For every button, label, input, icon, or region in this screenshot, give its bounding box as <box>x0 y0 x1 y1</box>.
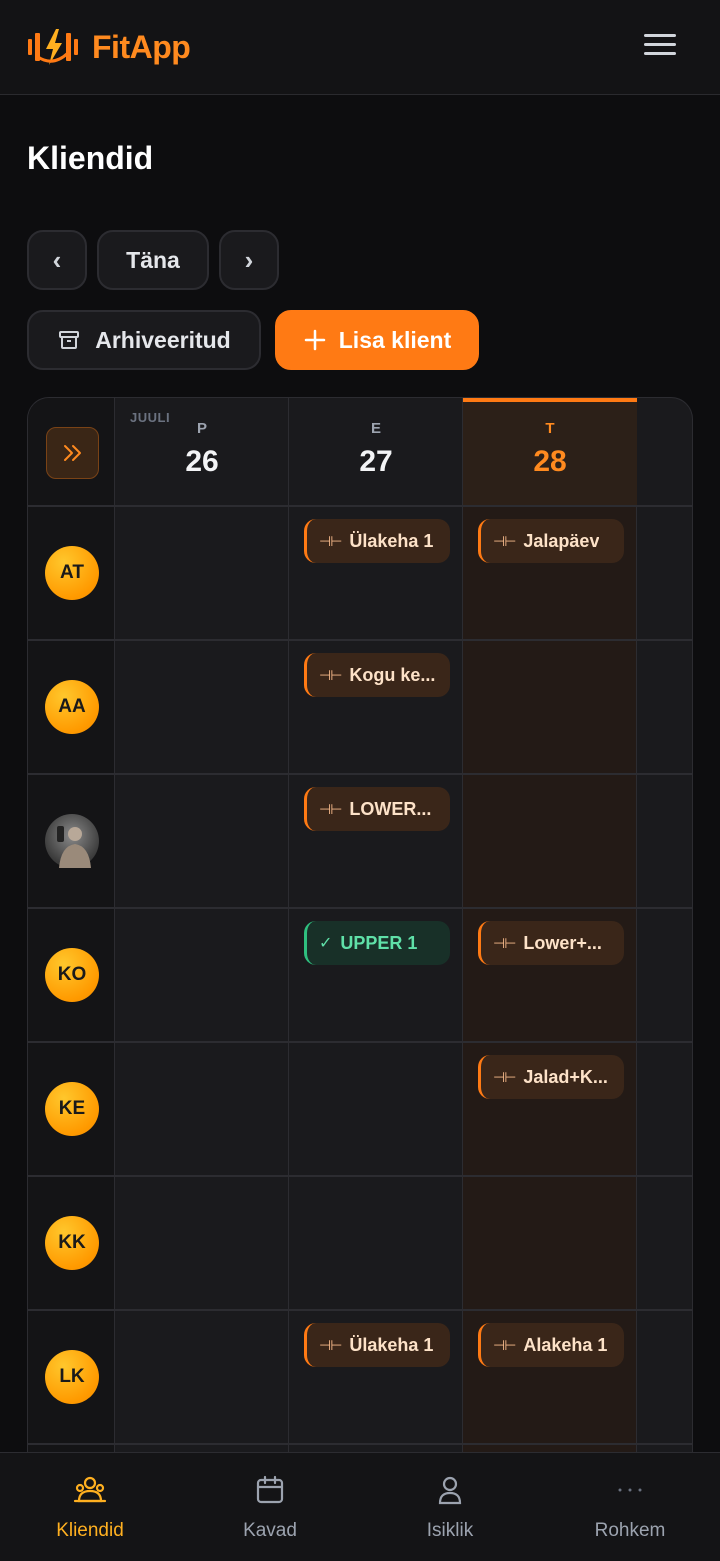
session-chip[interactable]: ⊣⊢ Lower+... <box>478 921 624 965</box>
weekday-letter: E <box>370 420 381 437</box>
check-icon: ✓ <box>319 935 333 952</box>
session-chip[interactable]: ⊣⊢ Ülakeha 1 <box>304 1323 450 1367</box>
person-photo-icon <box>57 826 91 868</box>
day-number: 28 <box>533 445 567 478</box>
session-chip[interactable]: ⊣⊢ Kogu ke... <box>304 653 450 697</box>
client-avatar[interactable]: KE <box>45 1082 99 1136</box>
page-title: Kliendid <box>27 140 154 176</box>
next-week-button[interactable]: › <box>219 230 279 290</box>
day-column-27 <box>289 398 463 1561</box>
day-column-26 <box>115 398 289 1561</box>
day-number: 27 <box>359 445 393 478</box>
session-chip[interactable]: ⊣⊢ Ülakeha 1 <box>304 519 450 563</box>
archived-button[interactable]: Arhiveeritud <box>27 310 261 370</box>
session-chip-completed[interactable]: ✓ UPPER 1 <box>304 921 450 965</box>
clients-icon <box>73 1476 107 1503</box>
day-header-today[interactable]: T 28 <box>463 398 637 505</box>
archived-label: Arhiveeritud <box>95 326 231 353</box>
double-chevron-right-icon <box>63 445 81 461</box>
archive-icon <box>59 331 80 349</box>
more-icon <box>618 1488 642 1492</box>
logo-icon <box>28 29 78 65</box>
nav-label: Rohkem <box>594 1520 666 1541</box>
dumbbell-icon: ⊣⊢ <box>319 1336 342 1353</box>
dumbbell-icon: ⊣⊢ <box>493 1068 516 1085</box>
dumbbell-icon: ⊣⊢ <box>493 532 516 549</box>
client-avatar-photo[interactable] <box>45 814 99 868</box>
plus-icon <box>304 329 325 351</box>
chevron-right-icon: › <box>244 244 254 275</box>
dumbbell-icon: ⊣⊢ <box>319 800 342 817</box>
weekday-letter: P <box>196 420 207 437</box>
expand-days-button[interactable] <box>46 427 99 479</box>
user-icon <box>438 1476 462 1505</box>
dumbbell-icon: ⊣⊢ <box>493 934 516 951</box>
session-chip[interactable]: ⊣⊢ Jalapäev <box>478 519 624 563</box>
add-client-label: Lisa klient <box>338 326 452 353</box>
day-column-28-today <box>463 398 637 1561</box>
app-name: FitApp <box>92 28 191 65</box>
prev-week-button[interactable]: ‹ <box>27 230 87 290</box>
nav-plans[interactable]: Kavad <box>180 1475 360 1542</box>
app-logo[interactable]: FitApp <box>26 24 191 70</box>
nav-personal[interactable]: Isiklik <box>360 1475 540 1542</box>
add-client-button[interactable]: Lisa klient <box>275 310 479 370</box>
client-calendar-grid: JUULI P 26 E 27 T 28 AT ⊣⊢ Ülakeha 1 ⊣⊢ … <box>27 397 693 1561</box>
session-chip[interactable]: ⊣⊢ Jalad+K... <box>478 1055 624 1099</box>
day-header[interactable]: P 26 <box>115 398 289 505</box>
client-avatar[interactable]: LK <box>45 1350 99 1404</box>
today-button[interactable]: Täna <box>97 230 209 290</box>
session-chip[interactable]: ⊣⊢ LOWER... <box>304 787 450 831</box>
nav-label: Kavad <box>243 1520 297 1541</box>
client-avatar[interactable]: KK <box>45 1216 99 1270</box>
bottom-navigation: Kliendid Kavad Isiklik Rohkem <box>0 1452 720 1561</box>
weekday-letter: T <box>545 420 555 437</box>
calendar-icon <box>256 1475 284 1504</box>
nav-more[interactable]: Rohkem <box>540 1475 720 1542</box>
dumbbell-icon: ⊣⊢ <box>319 666 342 683</box>
dumbbell-icon: ⊣⊢ <box>319 532 342 549</box>
nav-clients[interactable]: Kliendid <box>0 1475 180 1542</box>
dumbbell-icon: ⊣⊢ <box>493 1336 516 1353</box>
nav-label: Kliendid <box>56 1520 124 1541</box>
day-number: 26 <box>185 445 219 478</box>
client-avatar[interactable]: AA <box>45 680 99 734</box>
top-bar: FitApp <box>0 0 720 95</box>
day-header[interactable]: E 27 <box>289 398 463 505</box>
client-avatar[interactable]: AT <box>45 546 99 600</box>
nav-label: Isiklik <box>426 1520 474 1541</box>
hamburger-menu-icon[interactable] <box>640 30 680 64</box>
session-chip[interactable]: ⊣⊢ Alakeha 1 <box>478 1323 624 1367</box>
client-avatar[interactable]: KO <box>45 948 99 1002</box>
chevron-left-icon: ‹ <box>52 244 62 275</box>
